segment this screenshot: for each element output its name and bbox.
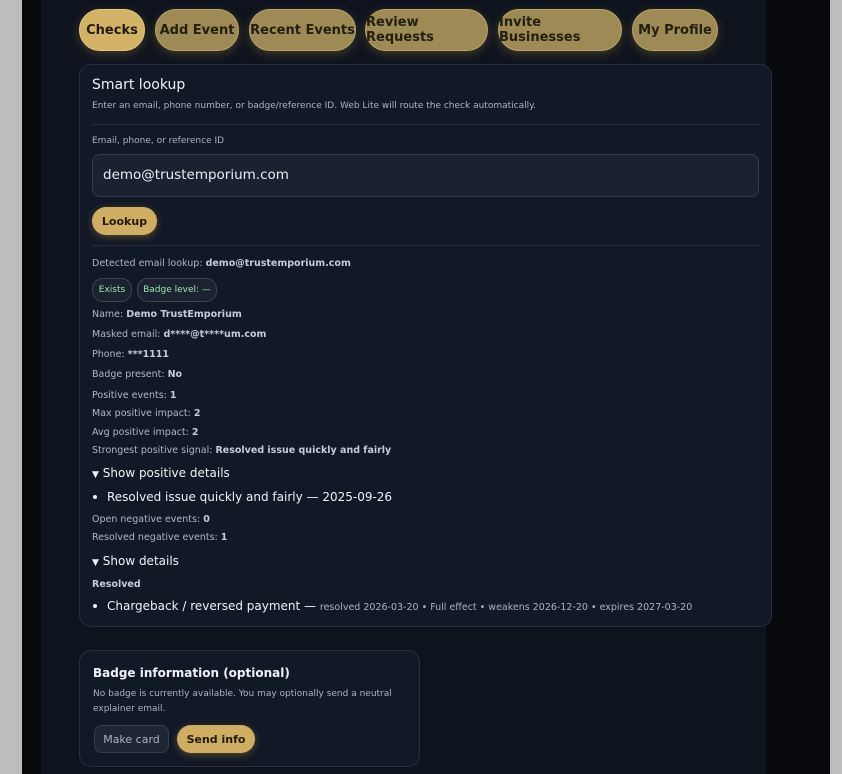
divider <box>92 124 759 125</box>
badge-info-title: Badge information (optional) <box>93 666 290 680</box>
lookup-title: Smart lookup <box>92 77 186 93</box>
badge-info-text-line2: explainer email. <box>93 704 166 714</box>
tab-review-requests[interactable]: Review Requests <box>365 9 488 51</box>
open-negative-value: 0 <box>203 514 210 525</box>
disclosure-triangle-icon: ▼ <box>92 558 99 568</box>
tab-checks[interactable]: Checks <box>79 9 145 51</box>
positive-toggle-label: Show positive details <box>102 466 230 480</box>
resolved-heading-text: Resolved <box>92 579 141 590</box>
masked-value: d****@t****um.com <box>163 329 267 340</box>
strongest-label: Strongest positive signal: <box>92 445 213 456</box>
lookup-description: Enter an email, phone number, or badge/r… <box>92 101 537 111</box>
bullet-icon <box>93 604 97 608</box>
details-toggle-label: Show details <box>102 554 179 568</box>
detected-value: demo@trustemporium.com <box>205 258 351 269</box>
masked-label: Masked email: <box>92 329 161 340</box>
tab-my-profile[interactable]: My Profile <box>632 9 718 51</box>
smart-lookup-card: Smart lookup Enter an email, phone numbe… <box>79 64 772 627</box>
detected-lookup: Detected email lookup: demo@trustemporiu… <box>92 258 351 269</box>
max-impact-row: Max positive impact: 2 <box>92 408 201 419</box>
resolved-heading: Resolved <box>92 579 141 590</box>
phone-value: ***1111 <box>127 349 170 360</box>
name-label: Name: <box>92 309 124 320</box>
avg-impact-value: 2 <box>191 427 199 438</box>
bullet-icon <box>93 495 97 499</box>
send-info-button[interactable]: Send info <box>177 725 255 753</box>
lookup-button[interactable]: Lookup <box>92 207 157 235</box>
resolved-negative-value: 1 <box>220 532 228 543</box>
divider <box>92 245 759 246</box>
badge-present-value: No <box>167 369 183 380</box>
positive-events-row: Positive events: 1 <box>92 390 177 401</box>
open-negative-row: Open negative events: 0 <box>92 514 210 525</box>
badge-info-text-line1: No badge is currently available. You may… <box>93 689 392 699</box>
max-impact-label: Max positive impact: <box>92 408 191 419</box>
strongest-value: Resolved issue quickly and fairly <box>215 445 392 456</box>
status-badge-exists: Exists <box>92 278 132 302</box>
avg-impact-row: Avg positive impact: 2 <box>92 427 198 438</box>
max-impact-value: 2 <box>193 408 201 419</box>
badge-present-label: Badge present: <box>92 369 165 380</box>
tab-recent-events[interactable]: Recent Events <box>249 9 356 51</box>
list-item: Chargeback / reversed payment — resolved… <box>107 599 692 613</box>
resolved-negative-row: Resolved negative events: 1 <box>92 532 227 543</box>
phone-row: Phone: ***1111 <box>92 349 169 360</box>
avg-impact-label: Avg positive impact: <box>92 427 189 438</box>
lookup-input[interactable]: demo@trustemporium.com <box>92 154 759 197</box>
name-value: Demo TrustEmporium <box>126 309 242 320</box>
strongest-signal-row: Strongest positive signal: Resolved issu… <box>92 445 391 456</box>
resolved-negative-label: Resolved negative events: <box>92 532 218 543</box>
positive-events-value: 1 <box>169 390 177 401</box>
negative-item-title: Chargeback / reversed payment — <box>107 599 317 613</box>
tab-invite-businesses[interactable]: Invite Businesses <box>498 9 622 51</box>
field-label: Email, phone, or reference ID <box>92 136 225 146</box>
disclosure-triangle-icon: ▼ <box>92 470 99 480</box>
positive-details-toggle[interactable]: ▼ Show positive details <box>92 466 230 480</box>
negative-item-meta: resolved 2026-03-20 • Full effect • weak… <box>319 602 693 613</box>
open-negative-label: Open negative events: <box>92 514 201 525</box>
list-item: Resolved issue quickly and fairly — 2025… <box>107 490 393 504</box>
positive-events-label: Positive events: <box>92 390 167 401</box>
badge-present-row: Badge present: No <box>92 369 182 380</box>
detected-label: Detected email lookup: <box>92 258 203 269</box>
details-toggle[interactable]: ▼ Show details <box>92 554 179 568</box>
tab-add-event[interactable]: Add Event <box>155 9 239 51</box>
badge-info-card: Badge information (optional) No badge is… <box>79 650 420 767</box>
name-row: Name: Demo TrustEmporium <box>92 309 242 320</box>
phone-label: Phone: <box>92 349 125 360</box>
make-card-button[interactable]: Make card <box>94 725 169 753</box>
status-badge-level: Badge level: — <box>137 278 217 302</box>
masked-email-row: Masked email: d****@t****um.com <box>92 329 266 340</box>
